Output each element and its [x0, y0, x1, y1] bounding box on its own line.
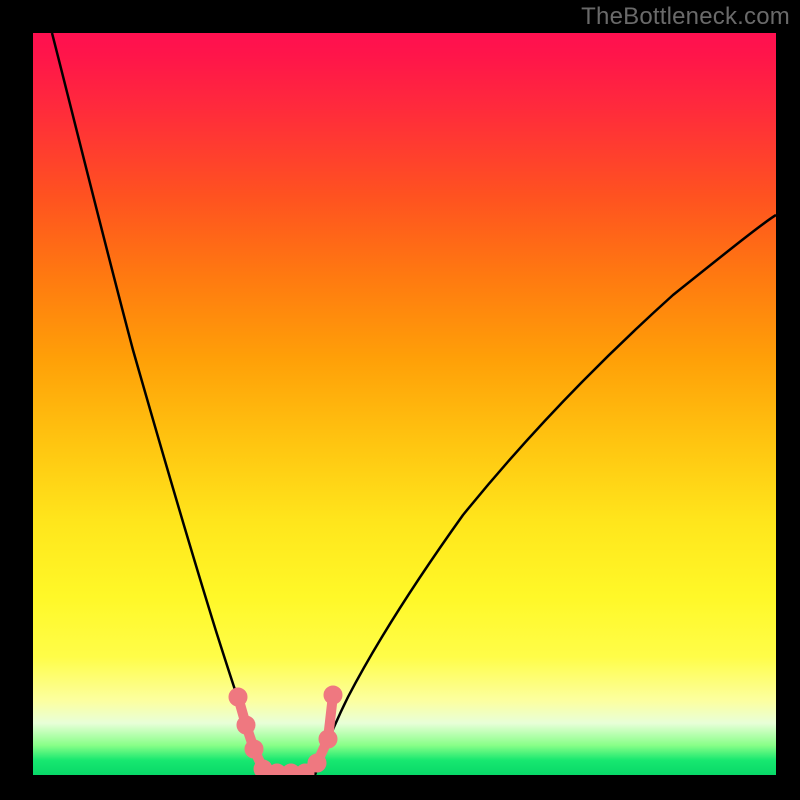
chart-container: TheBottleneck.com — [0, 0, 800, 800]
right-curve — [315, 215, 776, 775]
plot-area — [33, 33, 776, 775]
marker-segment — [229, 686, 342, 775]
curves-svg — [33, 33, 776, 775]
left-curve — [52, 33, 265, 775]
watermark-text: TheBottleneck.com — [581, 3, 790, 31]
